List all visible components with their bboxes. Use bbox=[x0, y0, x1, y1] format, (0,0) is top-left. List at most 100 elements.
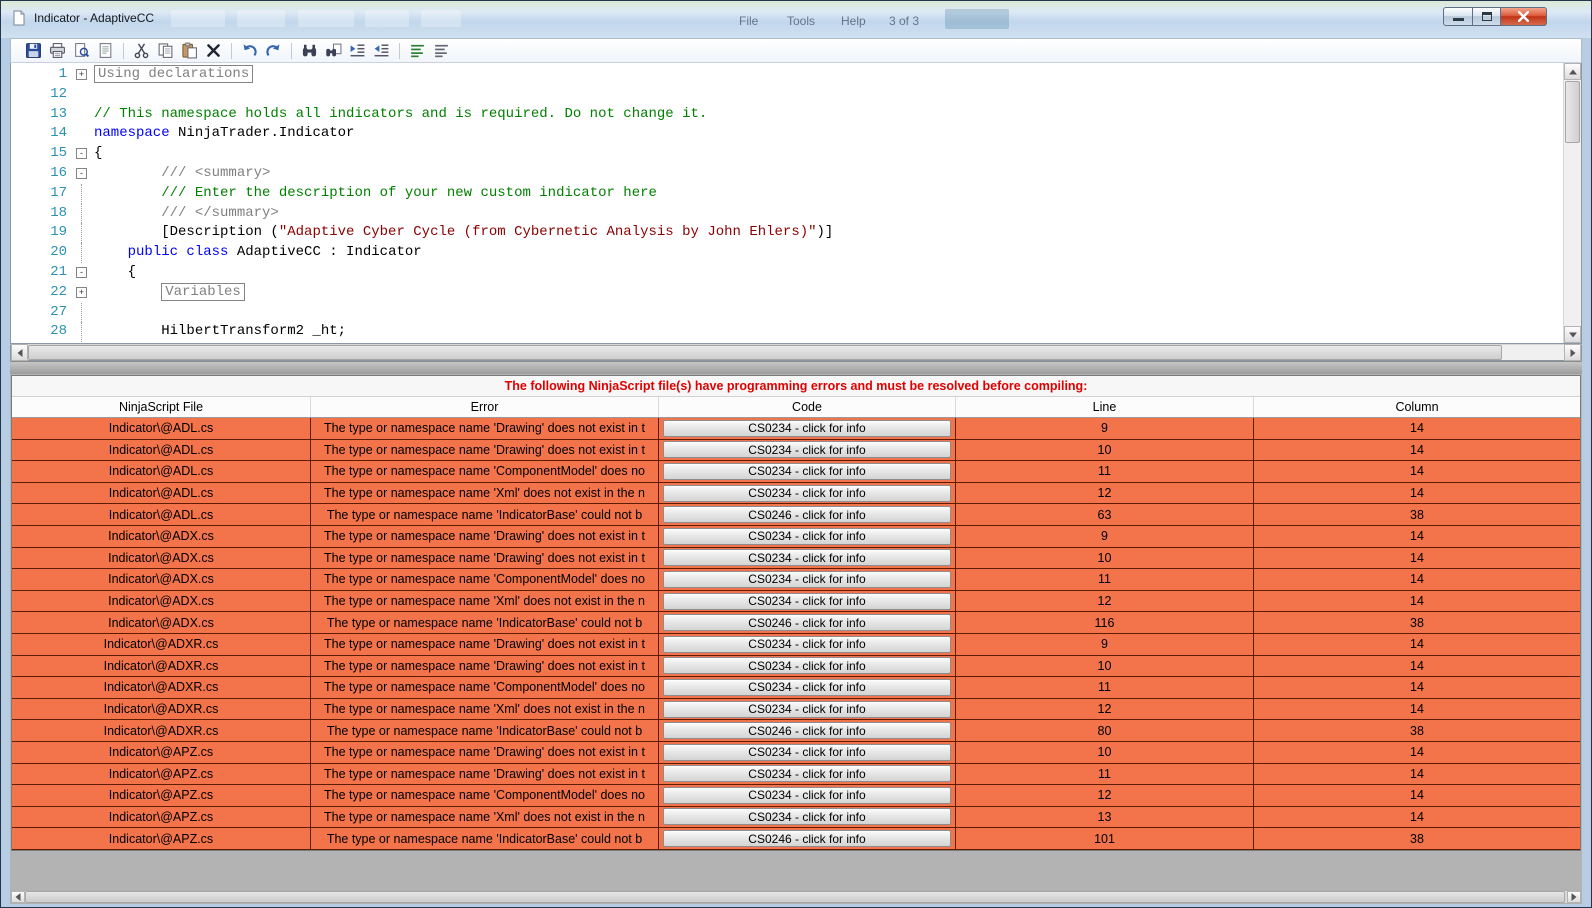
error-code-button[interactable]: CS0234 - click for info bbox=[663, 657, 951, 675]
panel-scroll-thumb[interactable] bbox=[25, 891, 1565, 903]
page-setup-icon[interactable] bbox=[95, 40, 116, 61]
panel-horizontal-scrollbar[interactable] bbox=[10, 890, 1582, 904]
code-lines[interactable]: 1 + Using declarations 12 13 // This namespac… bbox=[11, 63, 1563, 343]
error-code-button[interactable]: CS0234 - click for info bbox=[663, 635, 951, 653]
error-row[interactable]: Indicator\@ADX.cs The type or namespace n… bbox=[12, 525, 1580, 548]
error-code-button[interactable]: CS0246 - click for info bbox=[663, 506, 951, 524]
error-code-button[interactable]: CS0234 - click for info bbox=[663, 419, 951, 437]
copy-icon[interactable] bbox=[155, 40, 176, 61]
error-code-button[interactable]: CS0234 - click for info bbox=[663, 700, 951, 718]
error-row[interactable]: Indicator\@ADXR.cs The type or namespace … bbox=[12, 633, 1580, 656]
find-icon[interactable] bbox=[299, 40, 320, 61]
fold-marker[interactable]: + bbox=[76, 286, 87, 298]
column-header-code[interactable]: Code bbox=[659, 397, 956, 417]
find-in-files-icon[interactable] bbox=[323, 40, 344, 61]
editor-vertical-scrollbar[interactable] bbox=[1563, 63, 1581, 343]
error-row[interactable]: Indicator\@ADL.cs The type or namespace n… bbox=[12, 482, 1580, 505]
redo-icon[interactable] bbox=[263, 40, 284, 61]
fold-marker[interactable]: - bbox=[76, 167, 87, 179]
error-row[interactable]: Indicator\@APZ.cs The type or namespace n… bbox=[12, 741, 1580, 764]
error-code-button[interactable]: CS0234 - click for info bbox=[663, 570, 951, 588]
error-row[interactable]: Indicator\@ADL.cs The type or namespace n… bbox=[12, 418, 1580, 440]
code-line[interactable]: 16- /// <summary> bbox=[11, 164, 1563, 184]
column-header-error[interactable]: Error bbox=[311, 397, 659, 417]
error-row[interactable]: Indicator\@ADXR.cs The type or namespace … bbox=[12, 655, 1580, 678]
error-row[interactable]: Indicator\@ADX.cs The type or namespace n… bbox=[12, 612, 1580, 634]
code-line[interactable]: 18 /// </summary> bbox=[11, 203, 1563, 224]
error-row[interactable]: Indicator\@ADL.cs The type or namespace n… bbox=[12, 461, 1580, 483]
error-row[interactable]: Indicator\@APZ.cs The type or namespace n… bbox=[12, 763, 1580, 786]
panel-scroll-right-arrow[interactable] bbox=[1567, 891, 1581, 903]
titlebar[interactable]: Indicator - AdaptiveCC File Tools Help 3… bbox=[1, 1, 1591, 38]
scroll-right-arrow[interactable] bbox=[1564, 344, 1581, 361]
error-code-button[interactable]: CS0234 - click for info bbox=[663, 484, 951, 502]
error-row[interactable]: Indicator\@APZ.cs The type or namespace n… bbox=[12, 828, 1580, 850]
close-button[interactable] bbox=[1501, 7, 1547, 26]
error-row[interactable]: Indicator\@ADX.cs The type or namespace n… bbox=[12, 569, 1580, 591]
column-header-line[interactable]: Line bbox=[956, 397, 1254, 417]
error-row[interactable]: Indicator\@ADXR.cs The type or namespace … bbox=[12, 720, 1580, 742]
uncomment-icon[interactable] bbox=[431, 40, 452, 61]
code-line[interactable]: 17 /// Enter the description of your new… bbox=[11, 183, 1563, 204]
error-code-button[interactable]: CS0234 - click for info bbox=[663, 549, 951, 567]
code-line[interactable]: 22 + Variables bbox=[11, 282, 1563, 303]
error-code-button[interactable]: CS0246 - click for info bbox=[663, 614, 951, 632]
paste-icon[interactable] bbox=[179, 40, 200, 61]
error-code-button[interactable]: CS0234 - click for info bbox=[663, 592, 951, 610]
indent-icon[interactable] bbox=[347, 40, 368, 61]
toolbar-separator bbox=[399, 42, 400, 59]
fold-marker[interactable]: - bbox=[76, 266, 87, 278]
maximize-button[interactable] bbox=[1473, 7, 1501, 26]
delete-icon[interactable] bbox=[203, 40, 224, 61]
print-icon[interactable] bbox=[47, 40, 68, 61]
minimize-button[interactable] bbox=[1443, 7, 1473, 26]
column-header-file[interactable]: NinjaScript File bbox=[12, 397, 311, 417]
fold-marker[interactable]: + bbox=[76, 69, 87, 80]
error-code-button[interactable]: CS0246 - click for info bbox=[663, 830, 951, 848]
scroll-up-arrow[interactable] bbox=[1564, 63, 1581, 80]
error-code-button[interactable]: CS0234 - click for info bbox=[663, 765, 951, 783]
splitter[interactable] bbox=[10, 361, 1582, 374]
fold-marker[interactable]: - bbox=[76, 148, 87, 160]
undo-icon[interactable] bbox=[239, 40, 260, 61]
column-header-column[interactable]: Column bbox=[1254, 397, 1580, 417]
code-line[interactable]: 19 [Description ("Adaptive Cyber Cycle (… bbox=[11, 223, 1563, 243]
code-line[interactable]: 28 HilbertTransform2 _ht; bbox=[11, 322, 1563, 342]
error-row[interactable]: Indicator\@ADL.cs The type or namespace n… bbox=[12, 504, 1580, 526]
comment-icon[interactable] bbox=[407, 40, 428, 61]
scroll-down-arrow[interactable] bbox=[1564, 326, 1581, 343]
scroll-left-arrow[interactable] bbox=[11, 344, 28, 361]
horizontal-scroll-thumb[interactable] bbox=[28, 345, 1502, 360]
error-row[interactable]: Indicator\@ADL.cs The type or namespace n… bbox=[12, 439, 1580, 462]
panel-scroll-left-arrow[interactable] bbox=[11, 891, 25, 903]
error-row[interactable]: Indicator\@ADX.cs The type or namespace n… bbox=[12, 547, 1580, 570]
error-code-button[interactable]: CS0234 - click for info bbox=[663, 786, 951, 804]
code-line[interactable]: 21- { bbox=[11, 263, 1563, 283]
error-code-button[interactable]: CS0234 - click for info bbox=[663, 462, 951, 480]
outdent-icon[interactable] bbox=[371, 40, 392, 61]
error-code-button[interactable]: CS0234 - click for info bbox=[663, 441, 951, 459]
code-line[interactable]: 20 public class AdaptiveCC : Indicator bbox=[11, 243, 1563, 263]
error-row[interactable]: Indicator\@APZ.cs The type or namespace n… bbox=[12, 806, 1580, 829]
error-code-button[interactable]: CS0246 - click for info bbox=[663, 722, 951, 740]
code-line[interactable]: 13 // This namespace holds all indicators… bbox=[11, 105, 1563, 125]
error-code-button[interactable]: CS0234 - click for info bbox=[663, 678, 951, 696]
error-code-button[interactable]: CS0234 - click for info bbox=[663, 743, 951, 761]
code-line[interactable]: 15-{ bbox=[11, 144, 1563, 164]
error-row[interactable]: Indicator\@ADXR.cs The type or namespace … bbox=[12, 698, 1580, 721]
code-editor[interactable]: 1 + Using declarations 12 13 // This namespac… bbox=[10, 63, 1582, 344]
cut-icon[interactable] bbox=[131, 40, 152, 61]
code-line[interactable]: 12 bbox=[11, 85, 1563, 105]
code-line[interactable]: 1 + Using declarations bbox=[11, 65, 1563, 85]
error-code-button[interactable]: CS0234 - click for info bbox=[663, 808, 951, 826]
error-row[interactable]: Indicator\@APZ.cs The type or namespace n… bbox=[12, 785, 1580, 807]
error-row[interactable]: Indicator\@ADXR.cs The type or namespace … bbox=[12, 677, 1580, 699]
print-preview-icon[interactable] bbox=[71, 40, 92, 61]
vertical-scroll-thumb[interactable] bbox=[1565, 81, 1580, 143]
code-line[interactable]: 14 namespace NinjaTrader.Indicator bbox=[11, 124, 1563, 144]
error-code-button[interactable]: CS0234 - click for info bbox=[663, 527, 951, 545]
editor-horizontal-scrollbar[interactable] bbox=[10, 344, 1582, 361]
code-line[interactable]: 27 bbox=[11, 302, 1563, 323]
error-row[interactable]: Indicator\@ADX.cs The type or namespace n… bbox=[12, 590, 1580, 613]
save-icon[interactable] bbox=[23, 40, 44, 61]
